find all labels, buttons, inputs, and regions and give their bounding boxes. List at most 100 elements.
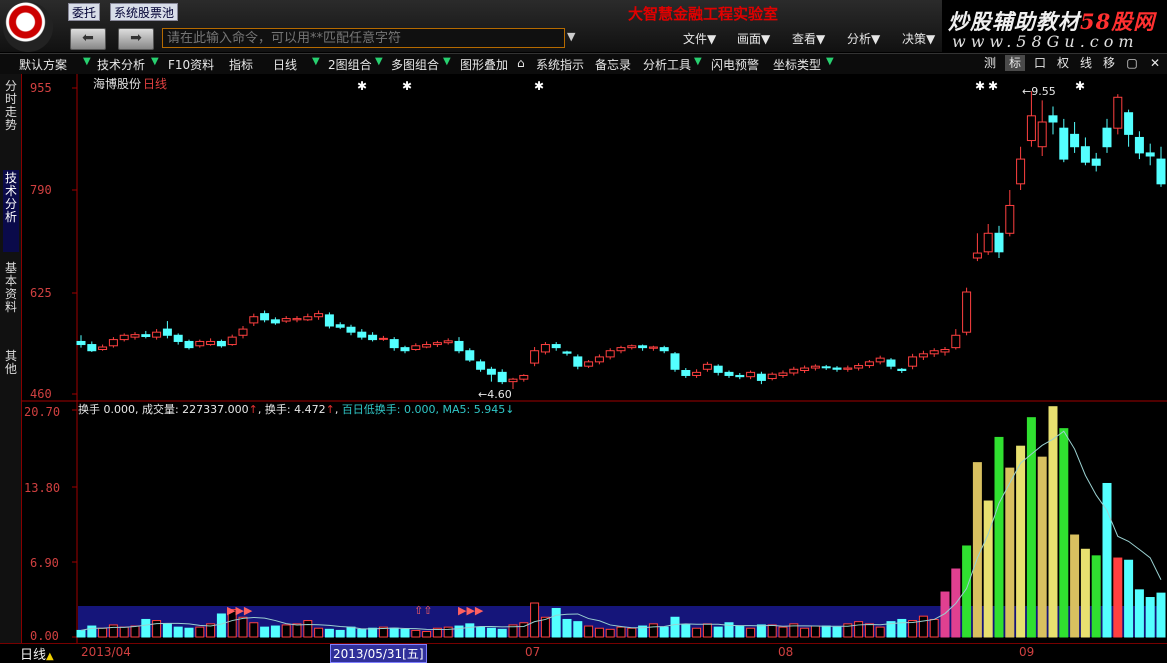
turnover-bar (76, 629, 86, 638)
date-tick: 07 (525, 645, 541, 659)
tool-multi-chart[interactable]: 多图组合 (391, 56, 439, 73)
app-logo-icon (3, 2, 53, 52)
menu-file[interactable]: 文件▼ (683, 30, 716, 47)
turnover-bar (216, 613, 226, 638)
tool-technical-analysis[interactable]: 技术分析 (97, 56, 145, 73)
tab-basic-info[interactable]: 基本资料 (3, 262, 19, 314)
tool-two-chart[interactable]: 2图组合 (328, 56, 372, 73)
tool-axis-type[interactable]: 坐标类型 (773, 56, 821, 73)
tool-mark[interactable]: 标 (1005, 55, 1025, 71)
period-switch-button[interactable]: 日线▲ (20, 644, 54, 663)
dropdown-arrow-icon[interactable]: ▼ (694, 56, 702, 67)
stock-pool-button[interactable]: 系统股票池 (110, 3, 179, 21)
candle-body (119, 334, 129, 341)
candle-body (584, 361, 594, 367)
candle-body (1156, 158, 1166, 185)
forward-arrow-icon[interactable]: ➡ (118, 28, 154, 50)
candle-body (87, 344, 97, 352)
turnover-bar (692, 627, 702, 638)
lock-icon[interactable]: ⌂ (517, 56, 525, 70)
candle-body (1070, 133, 1080, 148)
turnover-bar (810, 625, 820, 638)
command-input[interactable] (162, 28, 565, 48)
tool-analysis-tools[interactable]: 分析工具 (643, 56, 691, 73)
back-arrow-icon[interactable]: ⬅ (70, 28, 106, 50)
candle-body (141, 334, 151, 338)
turnover-bar (281, 624, 291, 638)
menu-decision[interactable]: 决策▼ (902, 30, 935, 47)
turnover-bar (443, 626, 453, 638)
turnover-bar (1005, 467, 1015, 638)
menu-analysis[interactable]: 分析▼ (847, 30, 880, 47)
dropdown-arrow-icon[interactable]: ▼ (151, 56, 159, 67)
candle-body (962, 291, 972, 333)
tool-system-indication[interactable]: 系统指示 (536, 56, 584, 73)
dropdown-arrow-icon[interactable]: ▼ (312, 56, 320, 67)
candle-body (152, 331, 162, 338)
turnover-bar (249, 622, 259, 638)
candle-body (540, 344, 550, 353)
tool-default-scheme[interactable]: 默认方案 (19, 56, 67, 73)
chart-area[interactable]: ✱ ✱ ✱ ✱ ✱ ✱ ←9.55 ←4.60 ▶▶▶ ⇧⇧ ▶▶▶ (22, 74, 1167, 643)
toolbar: 默认方案 ▼ 技术分析 ▼ F10资料 指标 日线 ▼ 2图组合 ▼ 多图组合 … (0, 53, 1167, 75)
candle-body (98, 346, 108, 350)
volume-axis-label: 0.00 (30, 629, 59, 643)
tab-other[interactable]: 其他 (3, 350, 19, 376)
weituo-button[interactable]: 委托 (68, 3, 101, 21)
candle-body (778, 372, 788, 376)
candle-body (929, 350, 939, 355)
close-icon[interactable]: ✕ (1145, 55, 1165, 71)
volume-axis-label: 20.70 (24, 405, 61, 419)
candle-body (314, 313, 324, 318)
candle-body (940, 348, 950, 353)
turnover-bar (659, 626, 669, 638)
turnover-bar (1070, 534, 1080, 638)
tool-move[interactable]: 移 (1099, 55, 1119, 71)
turnover-bar (713, 626, 723, 638)
dropdown-arrow-icon[interactable]: ▼ (443, 56, 451, 67)
candle-body (184, 340, 194, 349)
tool-memo[interactable]: 备忘录 (595, 56, 631, 73)
tool-f10[interactable]: F10资料 (168, 56, 214, 73)
tool-flash-alert[interactable]: 闪电预警 (711, 56, 759, 73)
tool-overlay[interactable]: 图形叠加 (460, 56, 508, 73)
tool-box[interactable]: 口 (1030, 55, 1050, 71)
tool-rights[interactable]: 权 (1053, 55, 1073, 71)
turnover-bar (767, 624, 777, 638)
maximize-icon[interactable]: ▢ (1122, 55, 1142, 71)
command-dropdown-icon[interactable]: ▼ (567, 30, 575, 43)
turnover-bar (1145, 597, 1155, 638)
tool-measure[interactable]: 测 (980, 55, 1000, 71)
candle-body (1102, 127, 1112, 148)
turnover-bar (368, 627, 378, 638)
tool-indicator[interactable]: 指标 (229, 56, 253, 73)
turnover-bar (648, 623, 658, 638)
turnover-bar (400, 628, 410, 638)
dropdown-arrow-icon[interactable]: ▼ (83, 56, 91, 67)
candle-body (476, 361, 486, 370)
candle-body (335, 324, 345, 328)
dropdown-arrow-icon[interactable]: ▼ (375, 56, 383, 67)
turnover-bar (335, 629, 345, 638)
turnover-bar (314, 627, 324, 638)
kline-chart[interactable]: ✱ ✱ ✱ ✱ ✱ ✱←9.55←4.60▶▶▶ ⇧⇧ ▶▶▶ (22, 74, 1167, 643)
candle-body (746, 371, 756, 378)
tab-technical-analysis[interactable]: 技术分析 (3, 170, 19, 252)
menu-view[interactable]: 查看▼ (792, 30, 825, 47)
candle-body (767, 373, 777, 380)
menu-view-screen[interactable]: 画面▼ (737, 30, 770, 47)
dropdown-arrow-icon[interactable]: ▼ (826, 56, 834, 67)
turnover-bar (87, 625, 97, 638)
turnover-bar (1016, 445, 1026, 638)
candle-body (260, 313, 270, 321)
tab-intraday[interactable]: 分时走势 (3, 80, 19, 132)
tool-line[interactable]: 线 (1076, 55, 1096, 71)
cursor-date: 2013/05/31[五] (330, 644, 427, 663)
candle-body (173, 334, 183, 342)
turnover-bar (551, 607, 561, 638)
tool-daily[interactable]: 日线 (273, 56, 297, 73)
candle-body (1016, 158, 1026, 185)
candle-body (594, 356, 604, 363)
turnover-bar (1134, 589, 1144, 638)
turnover-bar (465, 623, 475, 638)
